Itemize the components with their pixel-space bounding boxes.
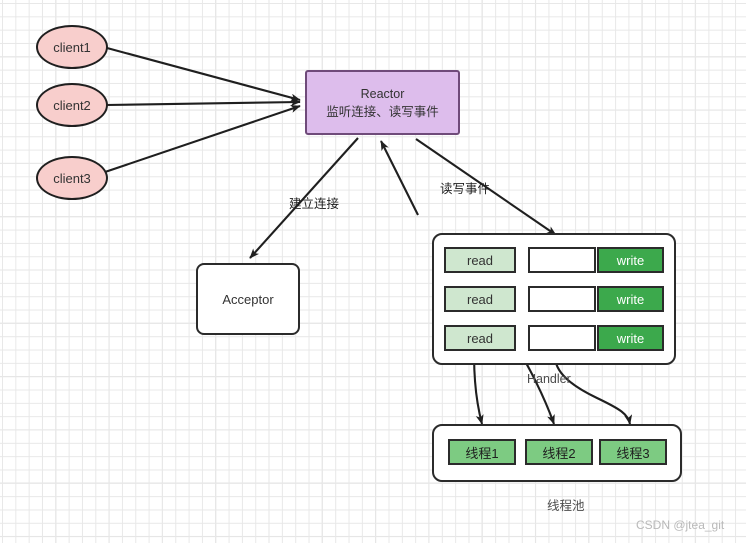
client2-label: client2 [53,97,91,113]
thread-3-label: 线程3 [616,445,650,461]
handler-caption: Handler [527,372,571,386]
handler-middle-2[interactable] [528,286,596,312]
thread-2-label: 线程2 [542,445,576,461]
edge-client3-reactor [104,105,301,173]
handler-read-1[interactable]: read [444,247,516,273]
handler-read-1-label: read [466,252,494,268]
thread-pool-container: 线程1 线程2 线程3 [432,424,682,482]
handler-read-3[interactable]: read [444,325,516,351]
handler-middle-1[interactable] [528,247,596,273]
client1-label: client1 [53,39,91,55]
edge-label-accept: 建立连接 [289,197,340,211]
node-client2[interactable]: client2 [36,83,108,127]
handler-write-2[interactable]: write [597,286,664,312]
diagram-canvas: client1 client2 client3 Reactor 监听连接、读写事… [0,0,746,543]
node-acceptor[interactable]: Acceptor [196,263,300,335]
edge-label-rw: 读写事件 [440,182,491,196]
acceptor-label: Acceptor [222,291,274,307]
handler-read-2-label: read [466,291,494,307]
reactor-title: Reactor [360,86,405,101]
handler-middle-3[interactable] [528,325,596,351]
handler-read-3-label: read [466,330,494,346]
handler-write-3-label: write [616,330,645,346]
thread-3[interactable]: 线程3 [599,439,667,465]
handler-write-2-label: write [616,291,645,307]
thread-pool-caption: 线程池 [547,499,585,513]
thread-2[interactable]: 线程2 [525,439,593,465]
handler-write-1[interactable]: write [597,247,664,273]
edge-handler-reactor [380,140,419,216]
node-client3[interactable]: client3 [36,156,108,200]
handler-container: read write read write read write [432,233,676,365]
handler-write-3[interactable]: write [597,325,664,351]
thread-1-label: 线程1 [465,445,499,461]
edge-client1-reactor [106,46,301,102]
watermark: CSDN @jtea_git [636,518,725,532]
reactor-subtitle: 监听连接、读写事件 [326,104,439,119]
handler-write-1-label: write [616,252,645,268]
handler-read-2[interactable]: read [444,286,516,312]
edge-client2-reactor [105,98,301,107]
node-reactor[interactable]: Reactor 监听连接、读写事件 [305,70,460,135]
thread-1[interactable]: 线程1 [448,439,516,465]
client3-label: client3 [53,170,91,186]
node-client1[interactable]: client1 [36,25,108,69]
